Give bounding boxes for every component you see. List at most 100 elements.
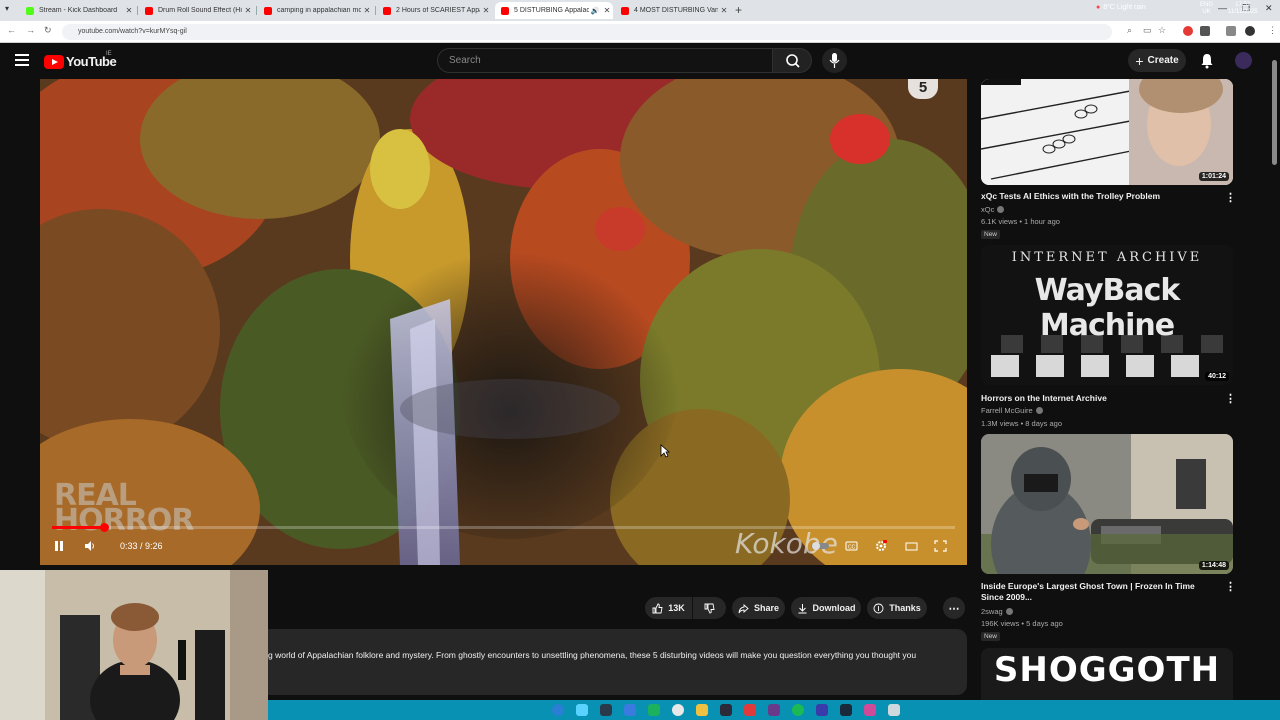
cast-icon[interactable]: ▭ <box>1143 25 1152 36</box>
app-icon[interactable] <box>888 704 900 716</box>
app-icon[interactable] <box>768 704 780 716</box>
dislike-button[interactable] <box>693 597 726 619</box>
close-icon[interactable]: ✕ <box>480 6 492 15</box>
app-icon[interactable] <box>816 704 828 716</box>
reload-icon[interactable]: ↻ <box>44 25 52 36</box>
minimize-icon[interactable]: — <box>1218 3 1227 13</box>
system-clock[interactable]: 17:52 11/12/2025 <box>1228 2 1258 16</box>
back-icon[interactable]: ← <box>7 25 16 35</box>
language-indicator[interactable]: ENG UK <box>1200 2 1213 16</box>
browser-tab-van[interactable]: 4 MOST DISTURBING Van Cam ✕ <box>615 2 730 19</box>
downloads-icon[interactable] <box>1226 26 1236 36</box>
recommendation-title[interactable]: Horrors on the Internet Archive <box>981 393 1217 404</box>
volume-button[interactable] <box>84 540 96 555</box>
recommendation-card[interactable]: 1:01:24 xQc Tests AI Ethics with the Tro… <box>981 79 1236 239</box>
hamburger-menu-icon[interactable] <box>15 54 29 69</box>
settings-button[interactable] <box>875 540 888 555</box>
url-field[interactable]: youtube.com/watch?v=kurMYsq-gil <box>62 24 1112 40</box>
recommendation-meta: 196K views • 5 days ago <box>981 619 1063 628</box>
video-thumbnail[interactable]: INTERNET ARCHIVE WayBack Machine 40:12 <box>981 245 1233 385</box>
youtube-icon <box>621 6 629 15</box>
tab-search-icon[interactable]: ▾ <box>5 4 9 13</box>
pause-button[interactable] <box>53 540 65 555</box>
browser-tab-scariest[interactable]: 2 Hours of SCARIEST Appalachi ✕ <box>377 2 492 19</box>
chrome-icon[interactable] <box>672 704 684 716</box>
video-thumbnail[interactable]: SHOGGOTH <box>981 648 1233 700</box>
download-button[interactable]: Download <box>791 597 861 619</box>
like-button[interactable]: 13K <box>645 597 692 619</box>
spotify-icon[interactable] <box>792 704 804 716</box>
close-icon[interactable]: ✕ <box>601 6 613 15</box>
browser-tab-drumroll[interactable]: Drum Roll Sound Effect (High Q ✕ <box>139 2 254 19</box>
notifications-bell-icon[interactable] <box>1199 52 1215 74</box>
extension-icon[interactable] <box>1200 26 1210 36</box>
recommendation-title[interactable]: xQc Tests AI Ethics with the Trolley Pro… <box>981 191 1217 202</box>
video-thumbnail[interactable]: 1:01:24 <box>981 79 1233 185</box>
close-icon[interactable]: ✕ <box>123 6 135 15</box>
more-options-icon[interactable]: ⋮ <box>1225 191 1236 204</box>
youtube-icon <box>383 6 391 15</box>
fullscreen-button[interactable] <box>934 540 947 555</box>
channel-name[interactable]: Farrell McGuire <box>981 406 1043 415</box>
app-icon[interactable] <box>576 704 588 716</box>
file-explorer-icon[interactable] <box>696 704 708 716</box>
browser-tab-active[interactable]: 5 DISTURBING Appalachian 🔊 ✕ <box>495 2 613 19</box>
forward-icon[interactable]: → <box>26 25 35 35</box>
app-icon[interactable] <box>744 704 756 716</box>
pause-icon <box>55 541 63 551</box>
more-options-icon[interactable]: ⋮ <box>1225 392 1236 405</box>
time-display: 0:33 / 9:26 <box>120 541 163 551</box>
weather-widget[interactable]: ● 8°C Light rain <box>1096 4 1146 11</box>
windows-taskbar <box>268 700 1280 720</box>
browser-tab-camping[interactable]: camping in appalachian mount ✕ <box>258 2 373 19</box>
user-avatar[interactable] <box>1235 52 1252 69</box>
profile-icon[interactable] <box>1245 26 1255 36</box>
mouse-cursor-icon <box>660 444 670 458</box>
start-icon[interactable] <box>552 704 564 716</box>
recommendation-card[interactable]: SHOGGOTH <box>981 648 1233 700</box>
recommendation-card[interactable]: INTERNET ARCHIVE WayBack Machine 40:12 H… <box>981 245 1236 430</box>
more-actions-button[interactable]: ⋯ <box>943 597 965 619</box>
recommendation-title[interactable]: Inside Europe's Largest Ghost Town | Fro… <box>981 581 1217 603</box>
verified-icon <box>1035 407 1043 414</box>
app-icon[interactable] <box>840 704 852 716</box>
search-button[interactable] <box>772 48 812 73</box>
video-player[interactable]: 5 REAL HORROR Kokobe 0:33 / 9:26 CC <box>40 79 967 565</box>
autoplay-toggle[interactable] <box>810 540 830 555</box>
app-icon[interactable] <box>720 704 732 716</box>
subtitles-button[interactable]: CC <box>845 540 858 555</box>
speaker-icon[interactable]: 🔊 <box>589 7 601 15</box>
extension-icon[interactable] <box>1183 26 1193 36</box>
thanks-button[interactable]: Thanks <box>867 597 927 619</box>
youtube-logo[interactable]: YouTube IE <box>44 51 117 69</box>
zoom-icon[interactable]: ⌕ <box>1127 25 1132 36</box>
steam-icon[interactable] <box>600 704 612 716</box>
close-icon[interactable]: ✕ <box>718 6 730 15</box>
recommendation-meta: 6.1K views • 1 hour ago <box>981 217 1060 226</box>
channel-name[interactable]: xQc <box>981 205 1005 214</box>
share-button[interactable]: Share <box>732 597 785 619</box>
theater-mode-button[interactable] <box>905 540 918 555</box>
webcam-overlay <box>0 570 268 720</box>
progress-bar[interactable] <box>52 523 955 532</box>
video-thumbnail[interactable]: 1:14:48 <box>981 434 1233 574</box>
app-icon[interactable] <box>648 704 660 716</box>
browser-tab-kick[interactable]: Stream - Kick Dashboard ✕ <box>20 2 135 19</box>
search-input[interactable]: Search <box>437 48 773 73</box>
description-box[interactable]: g world of Appalachian folklore and myst… <box>268 629 967 695</box>
page-scrollbar[interactable] <box>1272 60 1277 165</box>
recommendation-card[interactable]: 1:14:48 Inside Europe's Largest Ghost To… <box>981 434 1236 644</box>
create-button[interactable]: + Create <box>1128 49 1186 72</box>
close-window-icon[interactable]: ✕ <box>1265 3 1273 14</box>
bookmark-star-icon[interactable]: ☆ <box>1158 25 1166 36</box>
new-tab-button[interactable]: + <box>735 3 742 17</box>
app-icon[interactable] <box>864 704 876 716</box>
browser-menu-icon[interactable]: ⋮ <box>1268 25 1277 36</box>
more-options-icon[interactable]: ⋮ <box>1225 580 1236 593</box>
voice-search-button[interactable] <box>822 48 847 73</box>
close-icon[interactable]: ✕ <box>242 6 254 15</box>
close-icon[interactable]: ✕ <box>361 6 373 15</box>
app-icon[interactable] <box>624 704 636 716</box>
channel-name[interactable]: 2swag <box>981 607 1013 616</box>
new-badge: New <box>981 632 1001 641</box>
